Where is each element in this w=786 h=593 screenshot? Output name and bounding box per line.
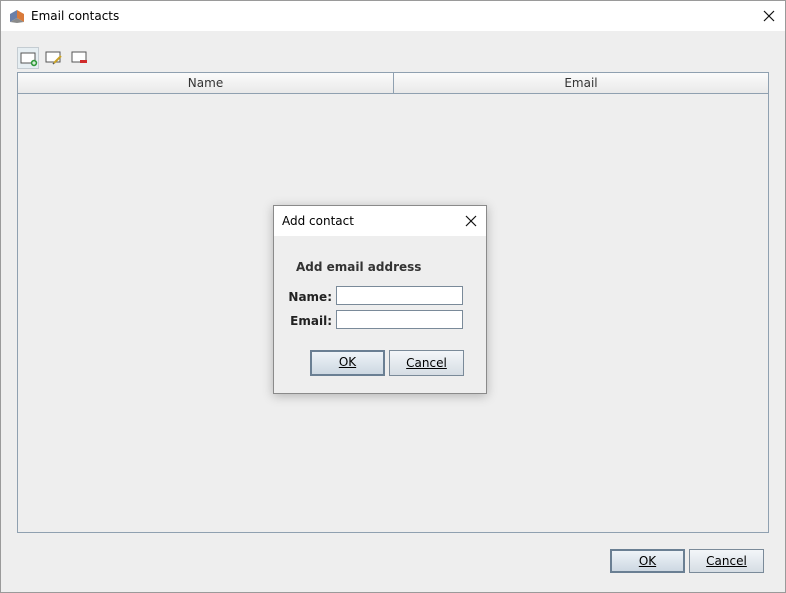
column-header-email[interactable]: Email bbox=[394, 73, 768, 93]
close-icon bbox=[465, 215, 477, 227]
table-header: Name Email bbox=[18, 73, 768, 94]
add-contact-icon bbox=[20, 52, 38, 67]
dialog-heading: Add email address bbox=[296, 260, 422, 274]
close-icon bbox=[763, 10, 775, 22]
dialog-title: Add contact bbox=[282, 214, 354, 228]
add-contact-button[interactable] bbox=[17, 47, 39, 69]
remove-contact-icon bbox=[71, 51, 87, 63]
email-label: Email: bbox=[290, 314, 332, 328]
ok-button[interactable]: OK bbox=[610, 549, 685, 573]
app-logo-icon bbox=[10, 10, 24, 23]
edit-contact-button[interactable] bbox=[43, 47, 65, 69]
dialog-title-bar[interactable]: Add contact bbox=[274, 206, 486, 236]
name-label: Name: bbox=[288, 290, 332, 304]
name-input[interactable] bbox=[336, 286, 463, 305]
window-close-button[interactable] bbox=[753, 1, 785, 31]
remove-contact-button[interactable] bbox=[69, 47, 91, 69]
title-bar[interactable]: Email contacts bbox=[1, 1, 785, 31]
dialog-cancel-button[interactable]: Cancel bbox=[389, 350, 464, 376]
email-input[interactable] bbox=[336, 310, 463, 329]
dialog-ok-button[interactable]: OK bbox=[310, 350, 385, 376]
window-title: Email contacts bbox=[31, 9, 120, 23]
dialog-close-button[interactable] bbox=[456, 206, 486, 236]
column-header-name[interactable]: Name bbox=[18, 73, 394, 93]
add-contact-dialog: Add contact Add email address Name: Emai… bbox=[273, 205, 487, 394]
edit-contact-icon bbox=[45, 51, 62, 65]
cancel-button[interactable]: Cancel bbox=[689, 549, 764, 573]
